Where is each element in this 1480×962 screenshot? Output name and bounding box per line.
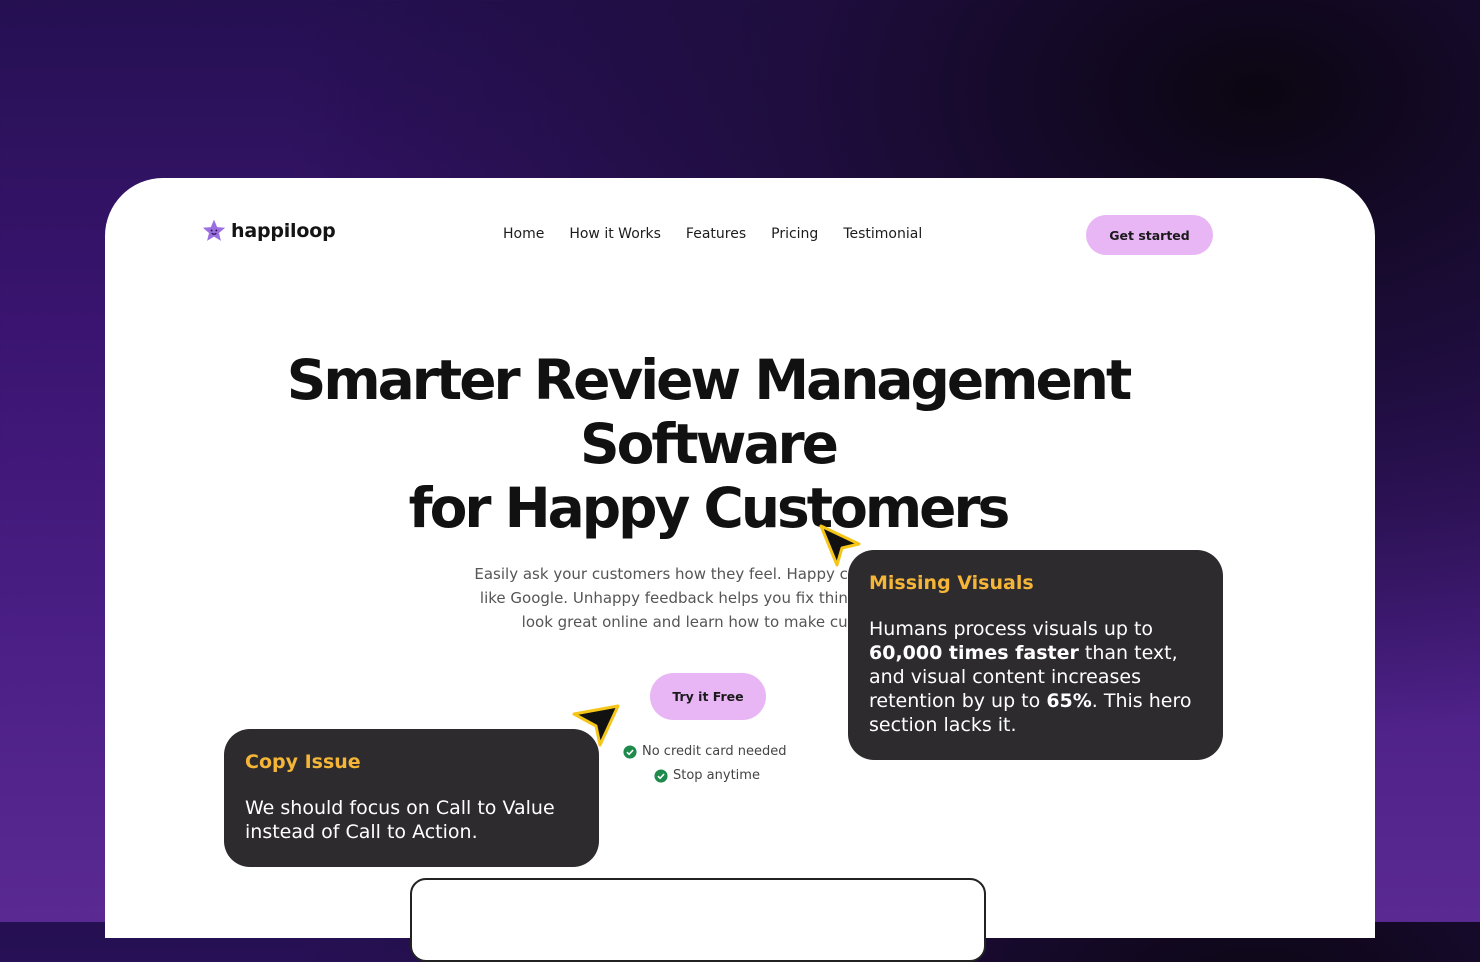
check-label: No credit card needed <box>642 744 787 759</box>
brand-logo[interactable]: happiloop <box>201 218 336 244</box>
nav-item-testimonial[interactable]: Testimonial <box>843 226 922 242</box>
check-no-credit-card: No credit card needed <box>623 744 786 759</box>
headline-line-3: for Happy Customers <box>408 476 1011 540</box>
headline-line-2: Software <box>580 412 839 476</box>
check-label: Stop anytime <box>673 768 760 783</box>
brand-name: happiloop <box>231 220 336 242</box>
tooltip-text: Humans process visuals up to <box>869 618 1154 640</box>
tooltip-bold: 65% <box>1046 690 1092 712</box>
tooltip-body: Humans process visuals up to 60,000 time… <box>869 617 1202 737</box>
tooltip-title: Missing Visuals <box>869 572 1034 594</box>
nav-item-pricing[interactable]: Pricing <box>771 226 818 242</box>
get-started-button[interactable]: Get started <box>1086 215 1213 255</box>
headline-line-1: Smarter Review Management <box>286 348 1133 412</box>
check-circle-icon <box>623 744 637 759</box>
main-nav: Home How it Works Features Pricing Testi… <box>503 226 922 242</box>
nav-item-home[interactable]: Home <box>503 226 544 242</box>
check-circle-icon <box>654 768 668 783</box>
hero-headline: Smarter Review Management Software for H… <box>105 348 1311 540</box>
tooltip-body: We should focus on Call to Value instead… <box>245 797 555 843</box>
tooltip-title: Copy Issue <box>245 751 361 773</box>
preview-frame <box>410 878 986 962</box>
check-stop-anytime: Stop anytime <box>654 768 760 783</box>
try-it-free-button[interactable]: Try it Free <box>650 673 766 720</box>
tooltip-bold: 60,000 times faster <box>869 642 1079 664</box>
missing-visuals-tooltip: Missing Visuals Humans process visuals u… <box>848 550 1223 760</box>
nav-item-features[interactable]: Features <box>686 226 746 242</box>
nav-item-how-it-works[interactable]: How it Works <box>569 226 661 242</box>
purple-star-face-icon <box>202 219 226 241</box>
copy-issue-tooltip: Copy Issue We should focus on Call to Va… <box>224 729 599 867</box>
